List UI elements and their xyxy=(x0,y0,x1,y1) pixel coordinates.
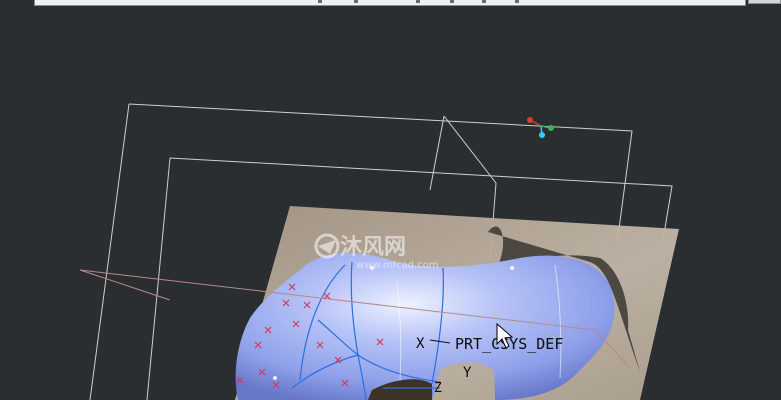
graphics-viewport[interactable]: X PRT_CSYS_DEF Y Z 沐风网 www.mfcad.com xyxy=(0,0,781,400)
watermark-site: www.mfcad.com xyxy=(356,260,439,271)
csys-axis-x-label: X xyxy=(416,336,425,352)
csys-axis-z-label: Z xyxy=(434,381,442,396)
view-orientation-triad[interactable] xyxy=(527,117,554,138)
triad-z-end xyxy=(539,132,545,138)
triad-x-end xyxy=(527,117,533,123)
triad-y-end xyxy=(548,125,554,131)
watermark-brand: 沐风网 xyxy=(340,235,406,260)
csys-axis-y-label: Y xyxy=(463,365,472,381)
